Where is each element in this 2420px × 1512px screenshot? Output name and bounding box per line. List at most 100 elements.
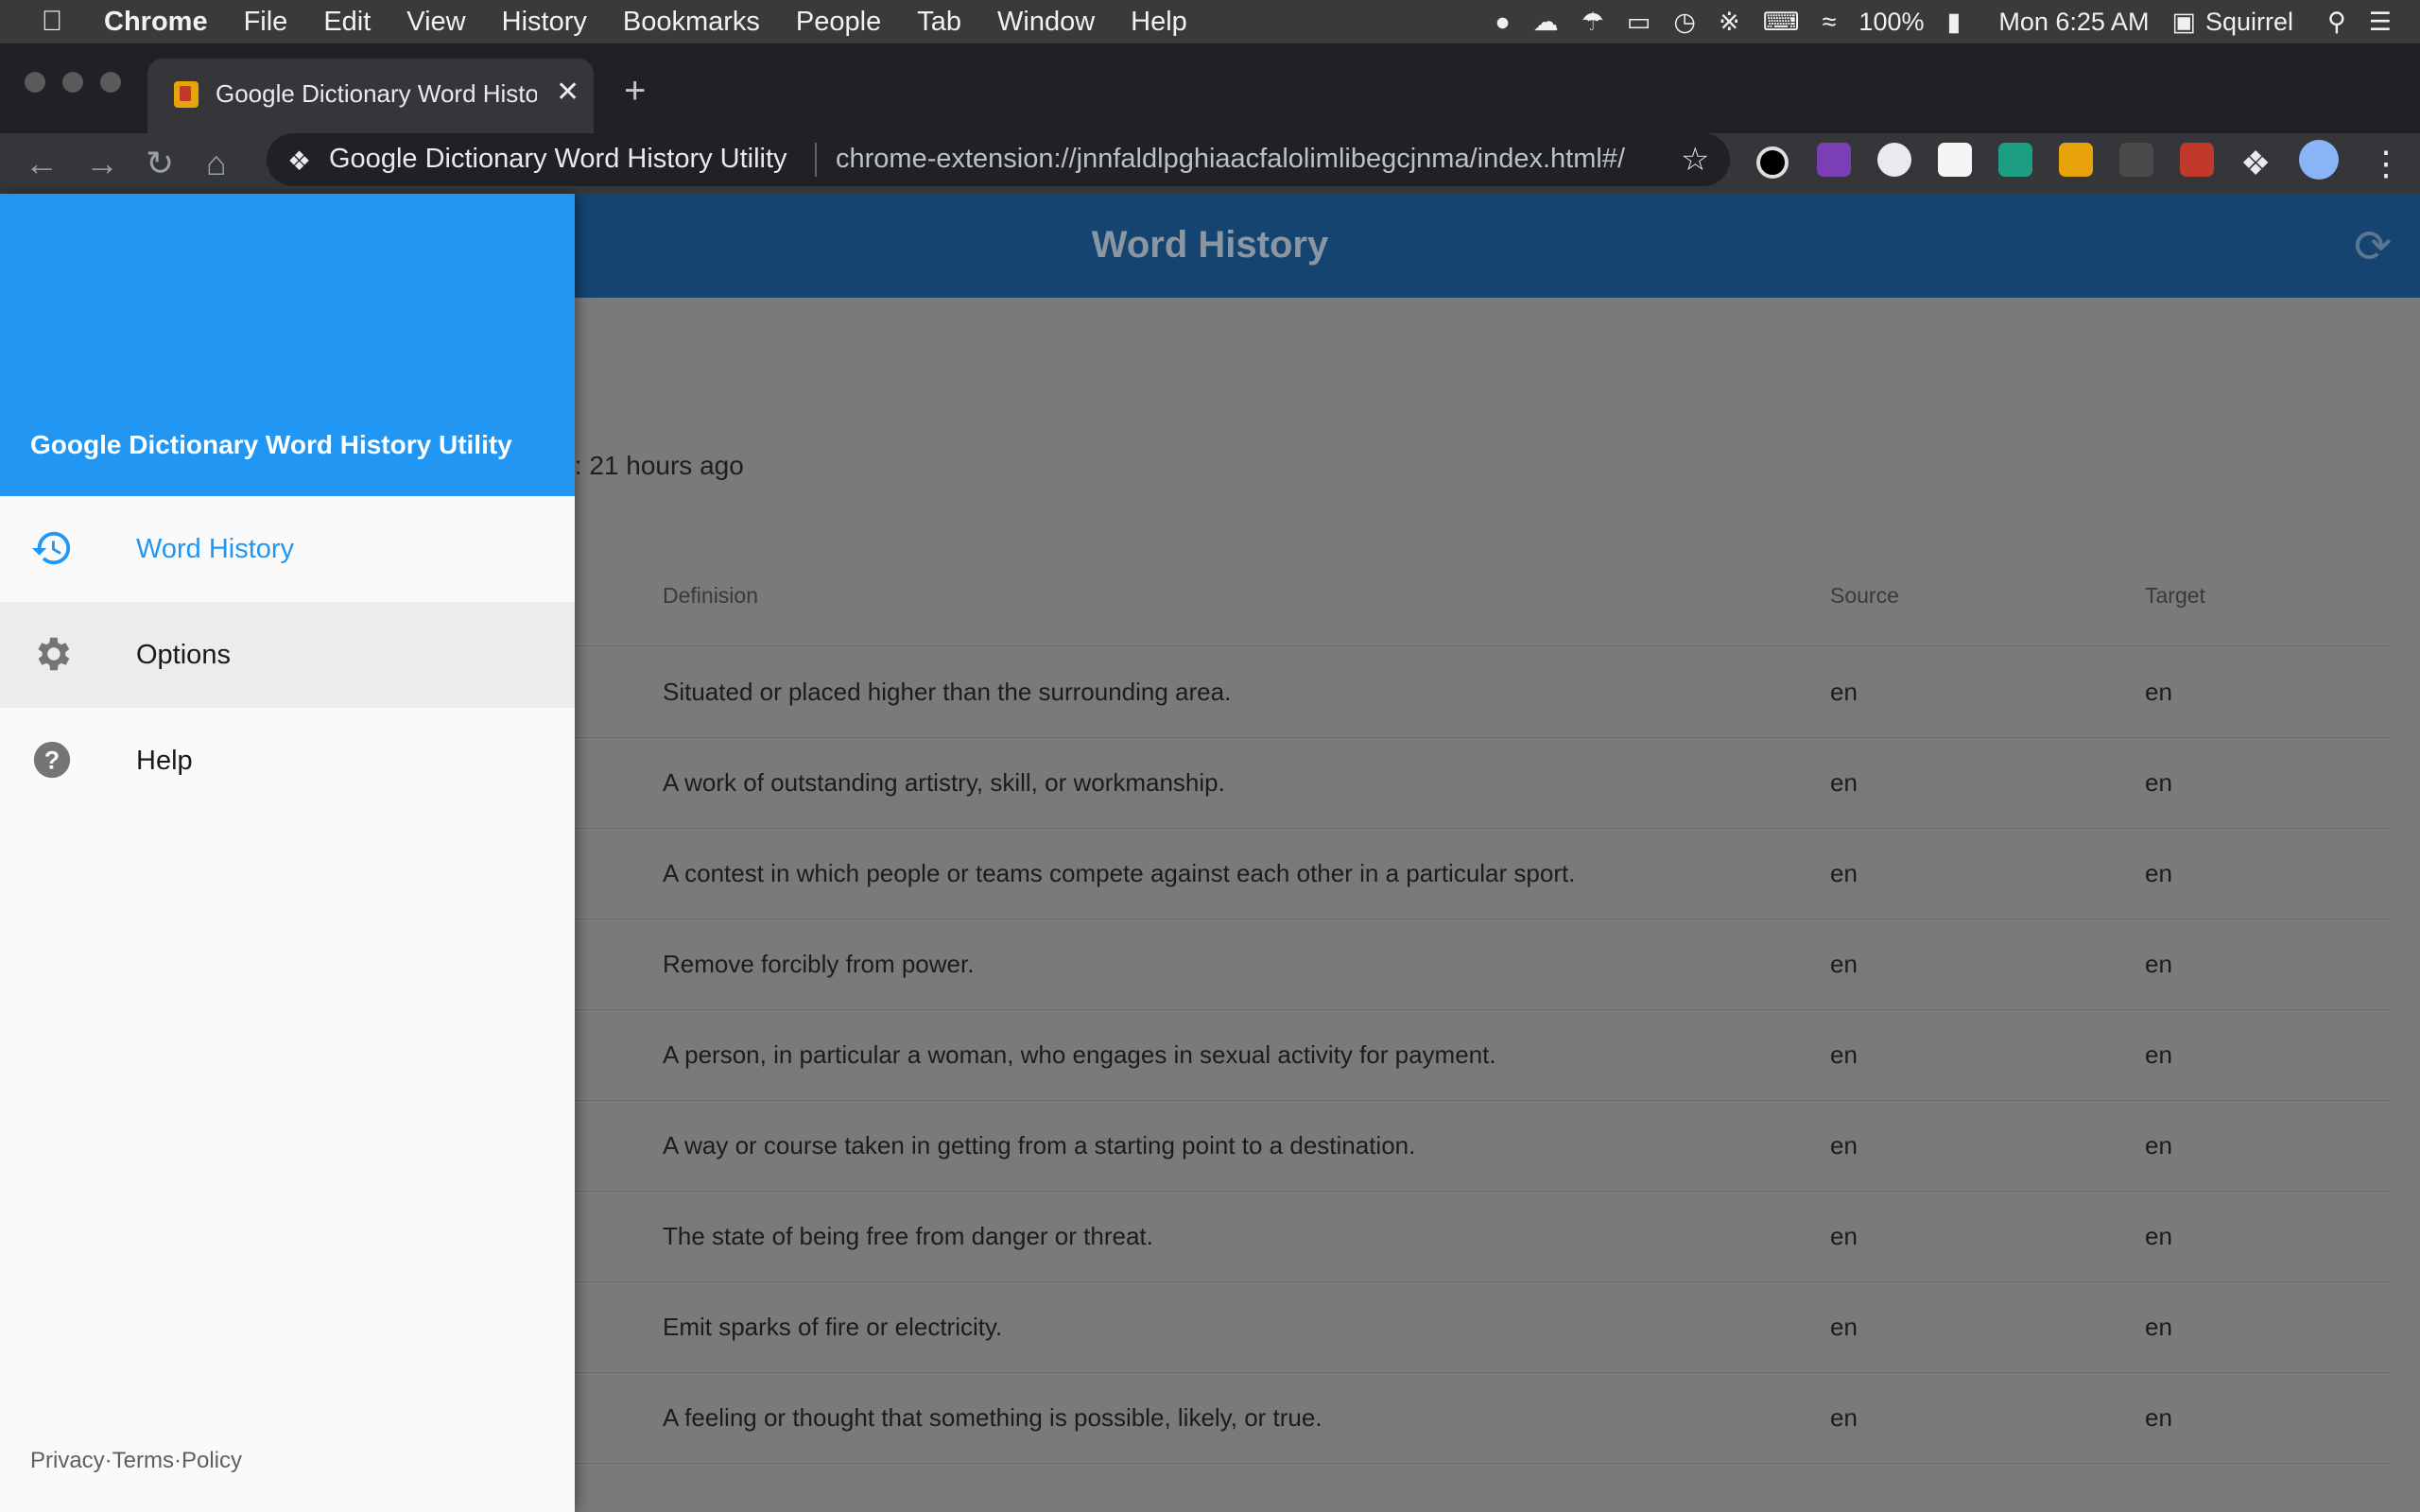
time-machine-icon[interactable]: ◷ [1673, 8, 1696, 37]
table-row[interactable]: A person, in particular a woman, who eng… [567, 1009, 2390, 1101]
cell-target: en [2145, 1403, 2172, 1432]
battery-percent[interactable]: 100% [1858, 8, 1924, 37]
cell-definition: Emit sparks of fire or electricity. [663, 1313, 1003, 1341]
reload-icon[interactable]: ↻ [146, 143, 174, 184]
spotlight-search-icon[interactable]: ⚲ [2327, 8, 2346, 37]
drawer-title: Google Dictionary Word History Utility [30, 430, 512, 459]
profile-avatar-icon[interactable] [2299, 140, 2339, 180]
cell-source: en [1830, 1222, 1858, 1250]
menu-file[interactable]: File [244, 7, 288, 38]
cell-target: en [2145, 1131, 2172, 1160]
cell-target: en [2145, 1040, 2172, 1069]
cell-source: en [1830, 1040, 1858, 1069]
menu-tab[interactable]: Tab [917, 7, 961, 38]
table-row[interactable]: A way or course taken in getting from a … [567, 1100, 2390, 1192]
nav-item-word-history[interactable]: Word History [0, 496, 575, 602]
menu-app-name[interactable]: Chrome [104, 7, 208, 38]
table-row[interactable]: A work of outstanding artistry, skill, o… [567, 737, 2390, 829]
new-tab-icon[interactable]: + [624, 72, 646, 110]
glasses-extension-icon[interactable] [2119, 143, 2153, 177]
table-row[interactable]: The state of being free from danger or t… [567, 1191, 2390, 1282]
airplay-icon[interactable]: ▭ [1627, 8, 1651, 37]
cell-target: en [2145, 768, 2172, 797]
menu-help[interactable]: Help [1131, 7, 1187, 38]
back-icon[interactable]: ← [25, 143, 59, 184]
cell-definition: The state of being free from danger or t… [663, 1222, 1153, 1250]
macos-menu-bar:  Chrome File Edit View History Bookmark… [0, 0, 2420, 43]
book-extension-icon[interactable] [2180, 143, 2214, 177]
dictionary-extension-icon[interactable] [2059, 143, 2093, 177]
sync-icon[interactable]: ⟳ [2354, 220, 2392, 273]
nav-item-help[interactable]: ? Help [0, 708, 575, 814]
bluetooth-icon[interactable]: ※ [1719, 8, 1740, 37]
umbrella-icon[interactable]: ☂ [1582, 8, 1604, 37]
battery-icon[interactable]: ▮ [1946, 8, 1961, 37]
tab-close-icon[interactable]: ✕ [556, 76, 579, 109]
cell-source: en [1830, 1313, 1858, 1341]
table-row[interactable]: A contest in which people or teams compe… [567, 828, 2390, 919]
tab-title: Google Dictionary Word History [216, 79, 537, 108]
onenote-extension-icon[interactable] [1817, 143, 1851, 177]
page-title: Word History [1091, 224, 1329, 266]
footer-links[interactable]: Privacy·Terms·Policy [30, 1448, 242, 1474]
nav-label-word-history: Word History [136, 534, 295, 564]
column-header-target[interactable]: Target [2145, 583, 2205, 609]
last-update-text: t: 21 hours ago [567, 451, 744, 480]
table-row[interactable]: Emit sparks of fire or electricity. en en [567, 1281, 2390, 1373]
menu-bookmarks[interactable]: Bookmarks [623, 7, 760, 38]
url-text[interactable]: chrome-extension://jnnfaldlpghiaacfaloli… [836, 144, 1625, 175]
table-row[interactable]: A feeling or thought that something is p… [567, 1372, 2390, 1464]
nav-label-help: Help [136, 746, 193, 776]
speedometer-extension-icon[interactable] [1877, 143, 1911, 177]
keyboard-icon[interactable]: ⌨ [1763, 8, 1800, 37]
cell-definition: Situated or placed higher than the surro… [663, 678, 1232, 706]
cell-definition: A way or course taken in getting from a … [663, 1131, 1416, 1160]
home-icon[interactable]: ⌂ [206, 143, 227, 184]
window-zoom-button[interactable] [100, 72, 121, 93]
window-close-button[interactable] [25, 72, 45, 93]
cloud-upload-icon[interactable]: ☁ [1533, 8, 1559, 37]
browser-tab[interactable]: Google Dictionary Word History ✕ [147, 59, 594, 133]
table-row[interactable]: Situated or placed higher than the surro… [567, 646, 2390, 738]
dictionary-favicon-icon [174, 81, 199, 108]
navigation-drawer: Google Dictionary Word History Utility W… [0, 194, 575, 1512]
clock[interactable]: Mon 6:25 AM [1998, 8, 2149, 37]
forward-icon[interactable]: → [85, 143, 119, 184]
cell-target: en [2145, 950, 2172, 978]
menu-window[interactable]: Window [997, 7, 1095, 38]
cell-target: en [2145, 859, 2172, 887]
site-name: Google Dictionary Word History Utility [329, 144, 787, 174]
table-row[interactable]: Remove forcibly from power. en en [567, 919, 2390, 1010]
drawer-header: Google Dictionary Word History Utility [0, 194, 575, 496]
help-icon: ? [33, 741, 71, 779]
notification-center-icon[interactable]: ☰ [2369, 8, 2392, 37]
menu-people[interactable]: People [796, 7, 881, 38]
cell-definition: A feeling or thought that something is p… [663, 1403, 1322, 1432]
tab-strip: Google Dictionary Word History ✕ + [0, 43, 2420, 133]
notion-extension-icon[interactable] [1938, 143, 1972, 177]
circle-extension-icon[interactable] [1756, 146, 1789, 179]
chrome-menu-icon[interactable]: ⋮ [2369, 143, 2403, 184]
nav-label-options: Options [136, 640, 231, 670]
user-badge-icon[interactable]: ▣ [2171, 8, 2196, 37]
wifi-icon[interactable]: ≈ [1823, 8, 1837, 37]
bookmark-star-icon[interactable]: ☆ [1681, 141, 1709, 179]
cell-source: en [1830, 859, 1858, 887]
nav-item-options[interactable]: Options [0, 602, 575, 708]
cell-definition: A contest in which people or teams compe… [663, 859, 1576, 887]
column-header-definition[interactable]: Definision [663, 583, 758, 609]
column-header-source[interactable]: Source [1830, 583, 1899, 609]
apple-icon[interactable]:  [0, 6, 104, 38]
history-icon [31, 531, 71, 565]
menu-edit[interactable]: Edit [323, 7, 371, 38]
extensions-puzzle-icon[interactable]: ❖ [2240, 143, 2271, 184]
cell-target: en [2145, 1222, 2172, 1250]
address-bar[interactable]: ❖ Google Dictionary Word History Utility… [267, 133, 1730, 186]
menu-view[interactable]: View [406, 7, 465, 38]
cell-definition: A person, in particular a woman, who eng… [663, 1040, 1496, 1069]
window-minimize-button[interactable] [62, 72, 83, 93]
user-name[interactable]: Squirrel [2205, 8, 2293, 37]
s-extension-icon[interactable] [1998, 143, 2032, 177]
menu-history[interactable]: History [502, 7, 587, 38]
cat-icon[interactable]: ● [1495, 8, 1510, 37]
